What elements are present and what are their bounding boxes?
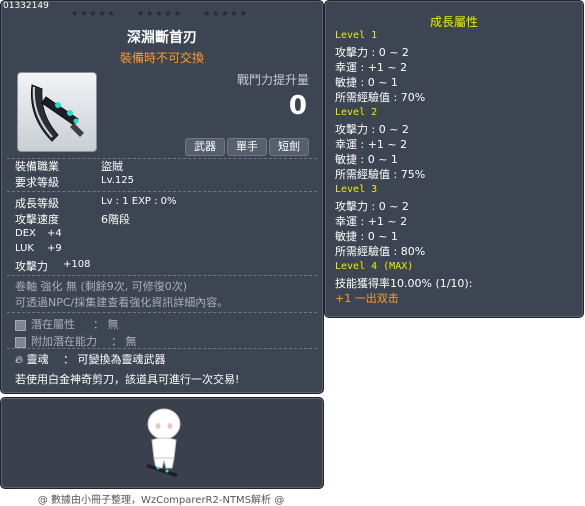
attack-speed-value: 6階段 xyxy=(101,213,130,226)
potential-row: 潛在屬性 xyxy=(15,316,75,332)
bonus-potential-label: 附加潛在能力 xyxy=(31,335,97,348)
power-increase-value: 0 xyxy=(288,91,307,121)
level-1-attack: 攻擊力 : 0 ~ 2 xyxy=(335,46,409,59)
level-2-dex: 敏捷 : 0 ~ 1 xyxy=(335,153,398,166)
attack-speed-label: 攻擊速度 xyxy=(15,213,59,226)
divider xyxy=(7,312,317,313)
character-preview-panel xyxy=(0,397,324,489)
bonus-potential-row: 附加潛在能力 xyxy=(15,333,97,349)
item-name: 深淵斷首刃 xyxy=(127,30,197,46)
stat-luk-label: LUK xyxy=(15,243,34,254)
level-3-luck: 幸運 : +1 ~ 2 xyxy=(335,215,408,228)
tag-weapon: 武器 xyxy=(185,138,225,156)
stat-attack-label: 攻擊力 xyxy=(15,260,48,273)
stat-attack-value: +108 xyxy=(63,259,91,270)
level-4-skill: +1 一出双击 xyxy=(335,292,399,305)
potential-label: 潛在屬性 xyxy=(31,318,75,331)
character-avatar xyxy=(134,402,194,482)
footer-credit: @ 數據由小冊子整理，WzComparerR2-NTMS解析 @ xyxy=(37,495,285,506)
req-level-value: Lv.125 xyxy=(101,175,134,186)
divider xyxy=(7,275,317,276)
item-tooltip: 01332149 ★★★★★ ★★★★★ ★★★★★ 深淵斷首刃 裝備時不可交換… xyxy=(0,0,324,394)
level-3-header: Level 3 xyxy=(335,184,378,195)
stat-luk-value: +9 xyxy=(47,243,62,254)
bonus-potential-value: ： 無 xyxy=(111,335,137,348)
req-level-label: 要求等級 xyxy=(15,176,59,189)
level-1-dex: 敏捷 : 0 ~ 1 xyxy=(335,76,398,89)
item-id: 01332149 xyxy=(3,1,49,11)
level-2-attack: 攻擊力 : 0 ~ 2 xyxy=(335,123,409,136)
level-1-luck: 幸運 : +1 ~ 2 xyxy=(335,61,408,74)
stat-dex-value: +4 xyxy=(47,228,62,239)
potential-icon xyxy=(15,319,26,331)
soul-row: 🔥︎ 靈魂 xyxy=(15,351,49,367)
scissors-note: 若使用白金神奇剪刀，該道具可進行一次交易! xyxy=(15,373,240,386)
divider xyxy=(7,348,317,349)
growth-level-label: 成長等級 xyxy=(15,197,59,210)
tag-one-handed: 單手 xyxy=(227,138,267,156)
job-value: 盜賊 xyxy=(101,160,123,173)
level-1-exp: 所需經驗值 : 70% xyxy=(335,91,426,104)
level-4-header: Level 4 (MAX) xyxy=(335,261,414,272)
tag-dagger: 短劍 xyxy=(269,138,309,156)
level-2-exp: 所需經驗值 : 75% xyxy=(335,168,426,181)
level-2-header: Level 2 xyxy=(335,107,378,118)
untradable-notice: 裝備時不可交換 xyxy=(119,51,204,65)
level-4-skill-rate: 技能獲得率10.00% (1/10): xyxy=(335,277,473,290)
job-label: 裝備職業 xyxy=(15,160,59,173)
level-3-exp: 所需經驗值 : 80% xyxy=(335,245,426,258)
level-2-luck: 幸運 : +1 ~ 2 xyxy=(335,138,408,151)
star-group-2: ★★★★★ xyxy=(137,9,183,18)
level-3-attack: 攻擊力 : 0 ~ 2 xyxy=(335,200,409,213)
stat-dex-label: DEX xyxy=(15,228,36,239)
bonus-potential-icon xyxy=(15,336,26,348)
star-group-3: ★★★★★ xyxy=(203,9,249,18)
divider xyxy=(7,191,317,192)
soul-value: ： 可變換為靈魂武器 xyxy=(63,353,166,366)
growth-attributes-panel: 成長屬性 Level 1 攻擊力 : 0 ~ 2 幸運 : +1 ~ 2 敏捷 … xyxy=(324,0,584,318)
potential-value: ： 無 xyxy=(93,318,119,331)
upgrade-hint: 可透過NPC/採集建查看強化資訊詳細內容。 xyxy=(15,296,229,309)
power-increase-label: 戰鬥力提升量 xyxy=(236,73,309,87)
star-group-1: ★★★★★ xyxy=(71,9,117,18)
upgrade-info: 卷軸 強化 無 (剩餘9次, 可修復0次) xyxy=(15,280,188,293)
level-1-header: Level 1 xyxy=(335,30,378,41)
growth-title: 成長屬性 xyxy=(429,15,478,29)
weapon-icon xyxy=(17,72,97,152)
growth-level-value: Lv : 1 EXP : 0% xyxy=(101,196,177,207)
level-3-dex: 敏捷 : 0 ~ 1 xyxy=(335,230,398,243)
soul-flame-icon: 🔥︎ xyxy=(15,353,24,366)
soul-label: 靈魂 xyxy=(26,353,49,366)
